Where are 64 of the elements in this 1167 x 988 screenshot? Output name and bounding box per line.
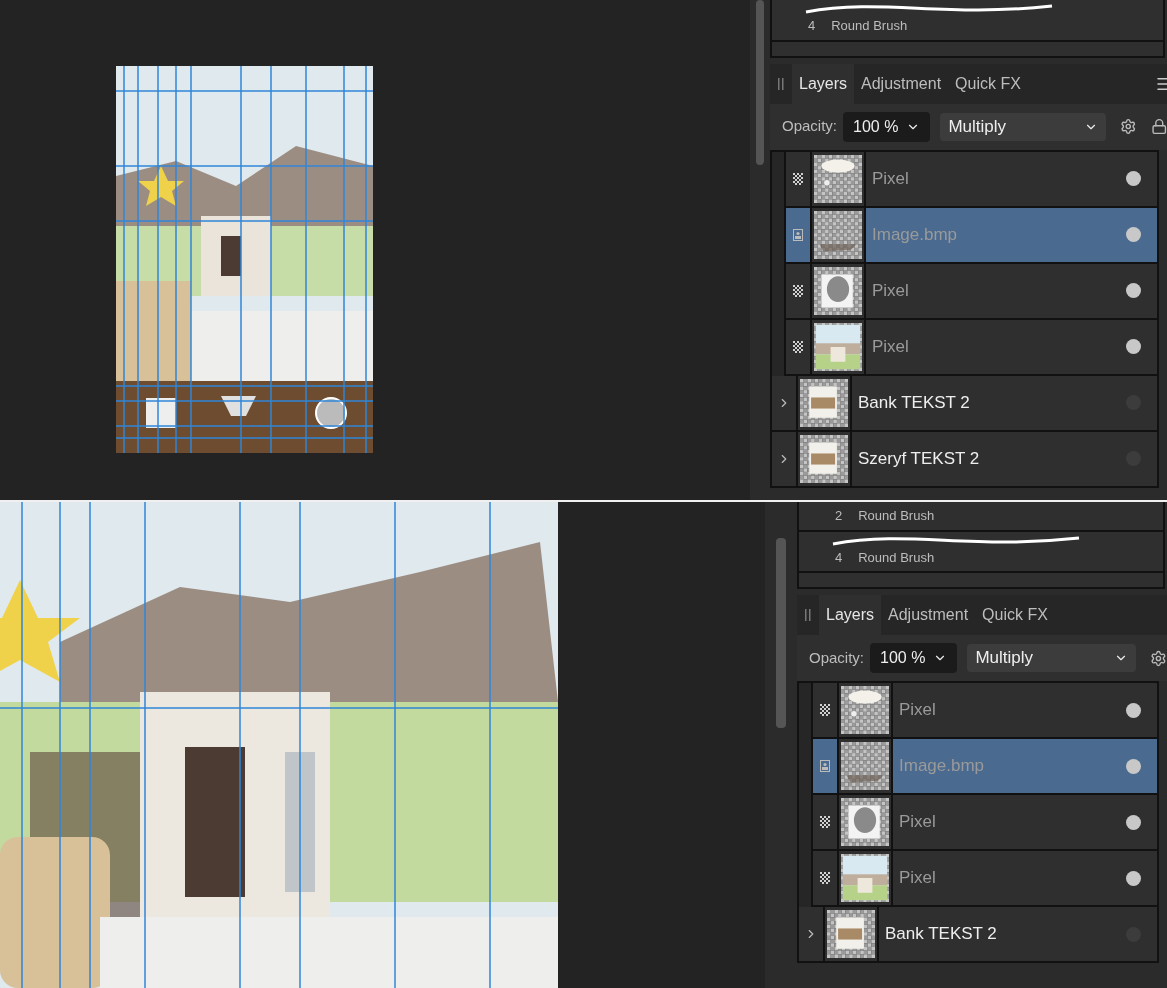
panel-tab[interactable]: Adjustment bbox=[881, 595, 976, 635]
layer-thumbnail bbox=[814, 322, 862, 371]
settings-icon[interactable] bbox=[1120, 118, 1137, 135]
image-layer-icon bbox=[820, 760, 830, 772]
layer-thumbnail bbox=[814, 154, 862, 203]
layer-name: Pixel bbox=[899, 699, 936, 722]
settings-icon[interactable] bbox=[1150, 649, 1167, 667]
opacity-dropdown[interactable]: 100 % bbox=[870, 643, 958, 673]
brush-preset[interactable]: 4 Round Brush bbox=[799, 531, 1163, 573]
scrollbar-thumb[interactable] bbox=[776, 538, 786, 728]
opacity-dropdown[interactable]: 100 % bbox=[843, 111, 931, 142]
layer-name: Bank TEKST 2 bbox=[885, 923, 997, 946]
brush-name: Round Brush bbox=[858, 548, 935, 567]
layer-thumbnail bbox=[827, 910, 875, 958]
panel-tab[interactable]: Layers bbox=[819, 595, 882, 635]
brush-name: Round Brush bbox=[831, 17, 908, 35]
layer-thumbnail bbox=[841, 742, 889, 790]
pixel-layer-icon bbox=[820, 704, 830, 716]
pixel-layer-icon bbox=[793, 172, 803, 185]
layer-thumbnail bbox=[814, 210, 862, 259]
brush-size: 2 bbox=[835, 507, 843, 525]
panel-tab[interactable]: Layers bbox=[792, 63, 855, 104]
layer-row[interactable]: Bank TEKST 2 bbox=[799, 907, 1157, 963]
image-layer-icon bbox=[793, 228, 803, 241]
layer-row[interactable]: Pixel bbox=[811, 851, 1157, 907]
layer-thumbnail bbox=[841, 798, 889, 846]
brush-name: Round Brush bbox=[858, 507, 935, 525]
layer-row[interactable]: Szeryf TEKST 2 bbox=[772, 431, 1157, 488]
layer-row[interactable]: Pixel bbox=[784, 263, 1157, 320]
panel-tab[interactable]: Quick FX bbox=[975, 595, 1055, 635]
pixel-layer-icon bbox=[793, 340, 803, 353]
layer-name: Bank TEKST 2 bbox=[858, 391, 970, 414]
layer-name: Pixel bbox=[872, 279, 909, 302]
scrollbar-thumb[interactable] bbox=[756, 0, 764, 165]
pixel-layer-icon bbox=[820, 816, 830, 828]
blend-mode-dropdown[interactable]: Multiply bbox=[940, 112, 1106, 141]
panel-tab[interactable]: Adjustment bbox=[854, 63, 949, 104]
layer-thumbnail bbox=[800, 434, 848, 483]
layer-row[interactable]: Bank TEKST 2 bbox=[772, 375, 1157, 432]
layer-row[interactable]: Pixel bbox=[784, 151, 1157, 208]
layer-row[interactable]: Pixel bbox=[811, 795, 1157, 851]
layer-row[interactable]: Pixel bbox=[811, 683, 1157, 739]
layer-name: Pixel bbox=[899, 811, 936, 834]
layer-name: Pixel bbox=[872, 167, 909, 190]
pixel-layer-icon bbox=[793, 284, 803, 297]
layer-row[interactable]: Pixel bbox=[784, 319, 1157, 376]
layer-name: Pixel bbox=[872, 335, 909, 358]
layer-thumbnail bbox=[814, 266, 862, 315]
layer-thumbnail bbox=[841, 686, 889, 734]
pixel-layer-icon bbox=[820, 872, 830, 884]
panel-tab[interactable]: Quick FX bbox=[948, 63, 1028, 104]
brush-size: 4 bbox=[808, 17, 816, 35]
layer-name: Image.bmp bbox=[872, 223, 958, 246]
layer-thumbnail bbox=[841, 854, 889, 902]
opacity-label: Opacity: bbox=[782, 116, 838, 137]
brush-size: 4 bbox=[835, 548, 843, 567]
opacity-label: Opacity: bbox=[809, 647, 865, 668]
layer-thumbnail bbox=[800, 378, 848, 427]
lock-icon[interactable] bbox=[1150, 118, 1167, 135]
brush-preset[interactable]: 2 Round Brush bbox=[799, 502, 1163, 532]
blend-mode-dropdown[interactable]: Multiply bbox=[967, 644, 1137, 672]
layer-name: Pixel bbox=[899, 867, 936, 890]
layer-name: Image.bmp bbox=[899, 755, 985, 778]
layer-name: Szeryf TEKST 2 bbox=[858, 447, 980, 470]
